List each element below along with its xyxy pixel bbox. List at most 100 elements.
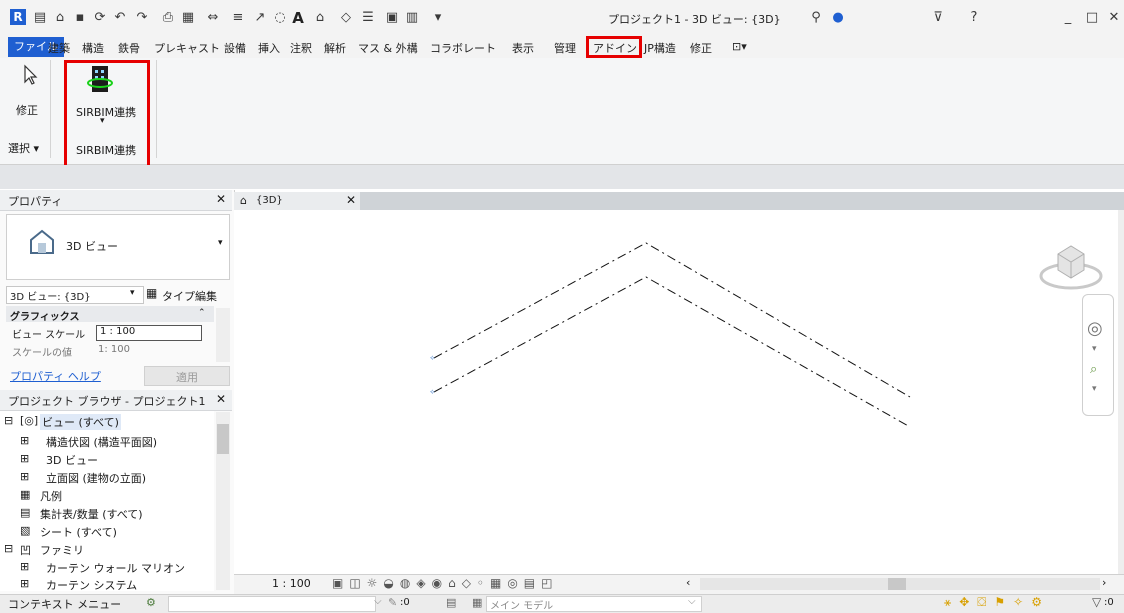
type-selector-chevron-icon[interactable]: ▾ — [218, 238, 223, 248]
properties-scrollbar[interactable] — [216, 308, 230, 362]
tree-item-3d-views[interactable]: 3D ビュー — [46, 452, 98, 468]
tree-item-structural-plans[interactable]: 構造伏図 (構造平面図) — [46, 434, 157, 450]
edit-type-button[interactable]: タイプ編集 — [162, 288, 217, 304]
user-icon[interactable]: ● — [830, 10, 846, 26]
select-dropdown[interactable]: 選択 ▾ — [8, 140, 39, 156]
tree-item-legends[interactable]: 凡例 — [40, 488, 62, 504]
tree-item-elevations[interactable]: 立面図 (建物の立面) — [46, 470, 146, 486]
tab-steel[interactable]: 鉄骨 — [118, 40, 140, 56]
instance-selector-chevron-icon[interactable]: ▾ — [130, 288, 135, 298]
help-icon[interactable]: ? — [966, 10, 982, 26]
measure-icon[interactable]: ⇔ — [205, 10, 221, 26]
print-icon[interactable]: ⎙ — [160, 10, 176, 26]
cart-icon[interactable]: ⊽ — [930, 10, 946, 26]
binoculars-icon[interactable]: ⚲ — [808, 10, 824, 26]
maximize-icon[interactable]: □ — [1084, 10, 1100, 26]
browser-close-icon[interactable]: ✕ — [216, 392, 226, 406]
filter-icon[interactable]: ▽ — [1092, 595, 1101, 609]
editable-icon: ✎ — [388, 596, 398, 609]
tree-toggle-icon[interactable]: ⊞ — [20, 470, 29, 483]
customize-qat-icon[interactable]: ▾ — [430, 10, 446, 26]
view-scale[interactable]: 1 : 100 — [272, 577, 311, 590]
sirbim-highlight — [64, 60, 150, 168]
tab-massing[interactable]: マス & 外構 — [358, 40, 418, 56]
view-tab-close-icon[interactable]: ✕ — [346, 193, 356, 207]
redo-icon[interactable]: ↷ — [134, 10, 150, 26]
view-tab-strip — [234, 192, 1124, 210]
view-cube-icon[interactable] — [1036, 236, 1106, 296]
horizontal-scroll-thumb[interactable] — [888, 578, 906, 590]
collapse-icon[interactable]: ⌃ — [198, 308, 206, 318]
tree-item-curtain-system[interactable]: カーテン システム — [46, 577, 137, 593]
pdf-icon[interactable]: ▦ — [180, 10, 196, 26]
switch-windows-icon[interactable]: ▥ — [404, 10, 420, 26]
tab-architecture[interactable]: 建築 — [48, 40, 70, 56]
design-option-icon[interactable]: ▤ — [446, 596, 456, 609]
tree-toggle-icon[interactable]: ⊞ — [20, 577, 29, 590]
tree-toggle-icon[interactable]: ⊞ — [20, 452, 29, 465]
scroll-left-icon[interactable]: ‹ — [686, 576, 690, 589]
open-icon[interactable]: ⌂ — [52, 10, 68, 26]
tree-toggle-icon[interactable]: ⊞ — [20, 434, 29, 447]
tree-toggle-icon[interactable]: ⊞ — [20, 560, 29, 573]
workset-dropdown[interactable] — [168, 596, 376, 612]
view-scale-label: ビュー スケール — [12, 330, 86, 341]
edit-type-icon[interactable]: ▦ — [146, 286, 157, 300]
selection-filter-icons[interactable]: ⚹✥⛋⚑✧⚙ — [944, 595, 1050, 610]
ribbon-options-icon[interactable]: ⊡▾ — [732, 40, 747, 53]
tab-systems[interactable]: 設備 — [224, 40, 246, 56]
scroll-right-icon[interactable]: › — [1102, 576, 1106, 589]
text-icon[interactable]: A — [290, 10, 306, 26]
tab-modify[interactable]: 修正 — [690, 40, 712, 56]
browser-scroll-thumb[interactable] — [217, 424, 229, 454]
tab-insert[interactable]: 挿入 — [258, 40, 280, 56]
view-tab-3d[interactable] — [234, 192, 360, 210]
home-icon[interactable]: ▤ — [32, 10, 48, 26]
section-icon[interactable]: ◇ — [338, 10, 354, 26]
svg-text:⟡: ⟡ — [430, 354, 435, 362]
zoom-dropdown-icon[interactable]: ▾ — [1092, 384, 1097, 394]
tree-item-curtain-mullion[interactable]: カーテン ウォール マリオン — [46, 560, 185, 576]
tree-item-sheets[interactable]: シート (すべて) — [40, 524, 117, 540]
workset-chevron-icon[interactable]: ⌵ — [374, 596, 382, 607]
thin-lines-icon[interactable]: ☰ — [360, 10, 376, 26]
nav-dropdown-icon[interactable]: ▾ — [1092, 344, 1097, 354]
workset-icon[interactable]: ⚙ — [146, 596, 156, 609]
tree-toggle-icon[interactable]: ⊟ — [4, 542, 13, 555]
tree-item-schedules[interactable]: 集計表/数量 (すべて) — [40, 506, 143, 522]
graphics-section-label: グラフィックス — [10, 312, 80, 323]
close-icon[interactable]: ✕ — [1106, 10, 1122, 26]
revit-logo-icon[interactable]: R — [10, 9, 26, 25]
apply-label: 適用 — [176, 371, 198, 384]
tree-toggle-icon[interactable]: ⊟ — [4, 414, 13, 427]
tree-item-views[interactable]: ビュー (すべて) — [40, 414, 121, 430]
default-3d-icon[interactable]: ⌂ — [312, 10, 328, 26]
tab-annotate[interactable]: 注釈 — [290, 40, 312, 56]
properties-help-link[interactable]: プロパティ ヘルプ — [10, 368, 101, 384]
steering-wheel-icon[interactable]: ◎ — [1087, 318, 1103, 339]
undo-icon[interactable]: ↶ — [112, 10, 128, 26]
tag-icon[interactable]: ◌ — [272, 10, 288, 26]
tab-collaborate[interactable]: コラボレート — [430, 40, 496, 56]
minimize-icon[interactable]: _ — [1060, 10, 1076, 26]
tab-manage[interactable]: 管理 — [554, 40, 576, 56]
properties-close-icon[interactable]: ✕ — [216, 192, 226, 206]
view-scrollbar-vertical[interactable] — [1118, 210, 1124, 574]
save-icon[interactable]: ▪ — [72, 10, 88, 26]
dimension-icon[interactable]: ↗ — [252, 10, 268, 26]
model-chevron-icon[interactable]: ⌵ — [688, 596, 696, 607]
zoom-region-icon[interactable]: ⌕ — [1090, 362, 1097, 377]
tab-structure[interactable]: 構造 — [82, 40, 104, 56]
align-icon[interactable]: ≡ — [230, 10, 246, 26]
view-control-icons[interactable]: ▣◫☼◒◍◈◉⌂◇◦▦◎▤◰ — [332, 576, 558, 590]
title-bar: R ▤ ⌂ ▪ ⟳ ↶ ↷ ⎙ ▦ ⇔ ≡ ↗ ◌ A ⌂ ◇ ☰ ▣ ▥ ▾ … — [0, 0, 1124, 36]
tab-precast[interactable]: プレキャスト — [154, 40, 220, 56]
tab-jp-structure[interactable]: JP構造 — [644, 40, 676, 56]
tree-item-families[interactable]: ファミリ — [40, 542, 84, 558]
tab-analyze[interactable]: 解析 — [324, 40, 346, 56]
sync-icon[interactable]: ⟳ — [92, 10, 108, 26]
close-hidden-icon[interactable]: ▣ — [384, 10, 400, 26]
family-icon: 凹 — [20, 544, 31, 557]
house-icon — [30, 229, 54, 254]
tab-view[interactable]: 表示 — [512, 40, 534, 56]
